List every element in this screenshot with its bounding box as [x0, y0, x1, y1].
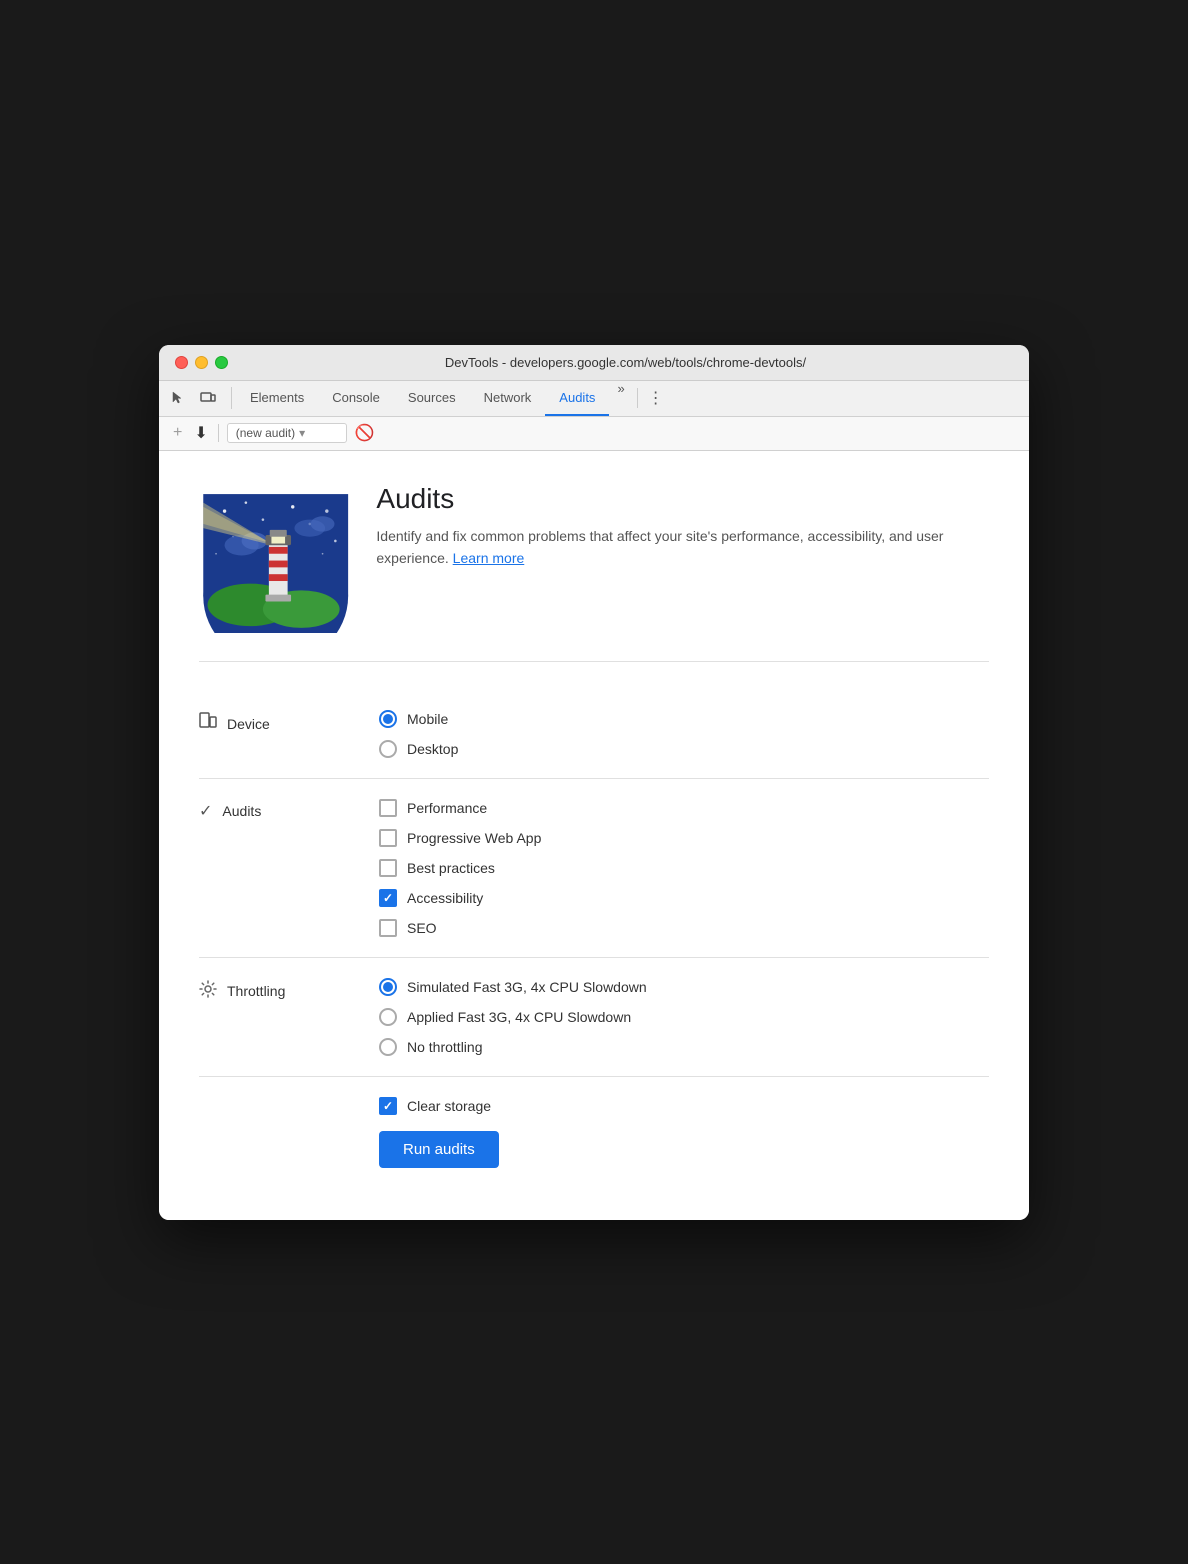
bottom-section: Clear storage Run audits — [199, 1077, 989, 1188]
device-mobile-radio[interactable] — [379, 710, 397, 728]
tab-icon-group — [167, 387, 232, 409]
throttling-section: Throttling Simulated Fast 3G, 4x CPU Slo… — [199, 958, 989, 1077]
device-mobile-option[interactable]: Mobile — [379, 710, 458, 728]
clear-storage-option[interactable]: Clear storage — [379, 1097, 989, 1115]
throttling-options: Simulated Fast 3G, 4x CPU Slowdown Appli… — [379, 978, 647, 1056]
audits-header: Audits Identify and fix common problems … — [199, 483, 989, 662]
window-title: DevTools - developers.google.com/web/too… — [238, 355, 1013, 370]
main-content: Audits Identify and fix common problems … — [159, 451, 1029, 1220]
throttling-none-option[interactable]: No throttling — [379, 1038, 647, 1056]
tab-elements[interactable]: Elements — [236, 381, 318, 416]
tab-bar: Elements Console Sources Network Audits … — [159, 381, 1029, 417]
cancel-audit-button[interactable]: 🚫 — [355, 423, 375, 443]
download-button[interactable]: ⬇ — [192, 421, 209, 445]
throttling-applied-option[interactable]: Applied Fast 3G, 4x CPU Slowdown — [379, 1008, 647, 1026]
header-text: Audits Identify and fix common problems … — [376, 483, 989, 570]
audit-seo-option[interactable]: SEO — [379, 919, 541, 937]
device-options: Mobile Desktop — [379, 710, 458, 758]
tab-separator — [637, 388, 638, 408]
title-bar: DevTools - developers.google.com/web/too… — [159, 345, 1029, 381]
clear-storage-checkbox[interactable] — [379, 1097, 397, 1115]
audit-best-practices-checkbox[interactable] — [379, 859, 397, 877]
audits-toolbar: + ⬇ (new audit) ▾ 🚫 — [159, 417, 1029, 451]
audit-select[interactable]: (new audit) ▾ — [227, 423, 347, 443]
audit-performance-checkbox[interactable] — [379, 799, 397, 817]
maximize-button[interactable] — [215, 356, 228, 369]
tab-network[interactable]: Network — [470, 381, 546, 416]
throttling-simulated-option[interactable]: Simulated Fast 3G, 4x CPU Slowdown — [379, 978, 647, 996]
device-section: Device Mobile Desktop — [199, 690, 989, 779]
audit-pwa-checkbox[interactable] — [379, 829, 397, 847]
responsive-icon[interactable] — [197, 387, 219, 409]
add-audit-button[interactable]: + — [171, 422, 184, 444]
tab-audits[interactable]: Audits — [545, 381, 609, 416]
learn-more-link[interactable]: Learn more — [453, 550, 525, 566]
lighthouse-illustration — [199, 483, 352, 633]
devtools-menu-button[interactable]: ⋮ — [642, 388, 670, 408]
select-arrow-icon: ▾ — [299, 426, 305, 440]
audit-pwa-option[interactable]: Progressive Web App — [379, 829, 541, 847]
audits-label: ✓ Audits — [199, 799, 379, 821]
audit-options: Performance Progressive Web App Best pra… — [379, 799, 541, 937]
audit-best-practices-option[interactable]: Best practices — [379, 859, 541, 877]
toolbar-separator — [218, 424, 219, 442]
audit-accessibility-checkbox[interactable] — [379, 889, 397, 907]
throttling-simulated-radio[interactable] — [379, 978, 397, 996]
cursor-icon[interactable] — [167, 387, 189, 409]
tab-list: Elements Console Sources Network Audits … — [236, 381, 633, 416]
more-tabs-button[interactable]: » — [609, 381, 632, 416]
page-title: Audits — [376, 483, 989, 515]
audit-seo-checkbox[interactable] — [379, 919, 397, 937]
header-description: Identify and fix common problems that af… — [376, 525, 989, 570]
traffic-lights — [175, 356, 228, 369]
devtools-window: DevTools - developers.google.com/web/too… — [159, 345, 1029, 1220]
audit-performance-option[interactable]: Performance — [379, 799, 541, 817]
throttling-label: Throttling — [199, 978, 379, 1003]
device-desktop-option[interactable]: Desktop — [379, 740, 458, 758]
check-icon: ✓ — [199, 801, 212, 821]
device-desktop-radio[interactable] — [379, 740, 397, 758]
run-audits-button[interactable]: Run audits — [379, 1131, 499, 1168]
gear-icon — [199, 980, 217, 1003]
device-label: Device — [199, 710, 379, 737]
tab-sources[interactable]: Sources — [394, 381, 470, 416]
audits-section: ✓ Audits Performance Progressive Web App… — [199, 779, 989, 958]
close-button[interactable] — [175, 356, 188, 369]
audit-accessibility-option[interactable]: Accessibility — [379, 889, 541, 907]
tab-console[interactable]: Console — [318, 381, 394, 416]
throttling-none-radio[interactable] — [379, 1038, 397, 1056]
throttling-applied-radio[interactable] — [379, 1008, 397, 1026]
minimize-button[interactable] — [195, 356, 208, 369]
device-icon — [199, 712, 217, 737]
